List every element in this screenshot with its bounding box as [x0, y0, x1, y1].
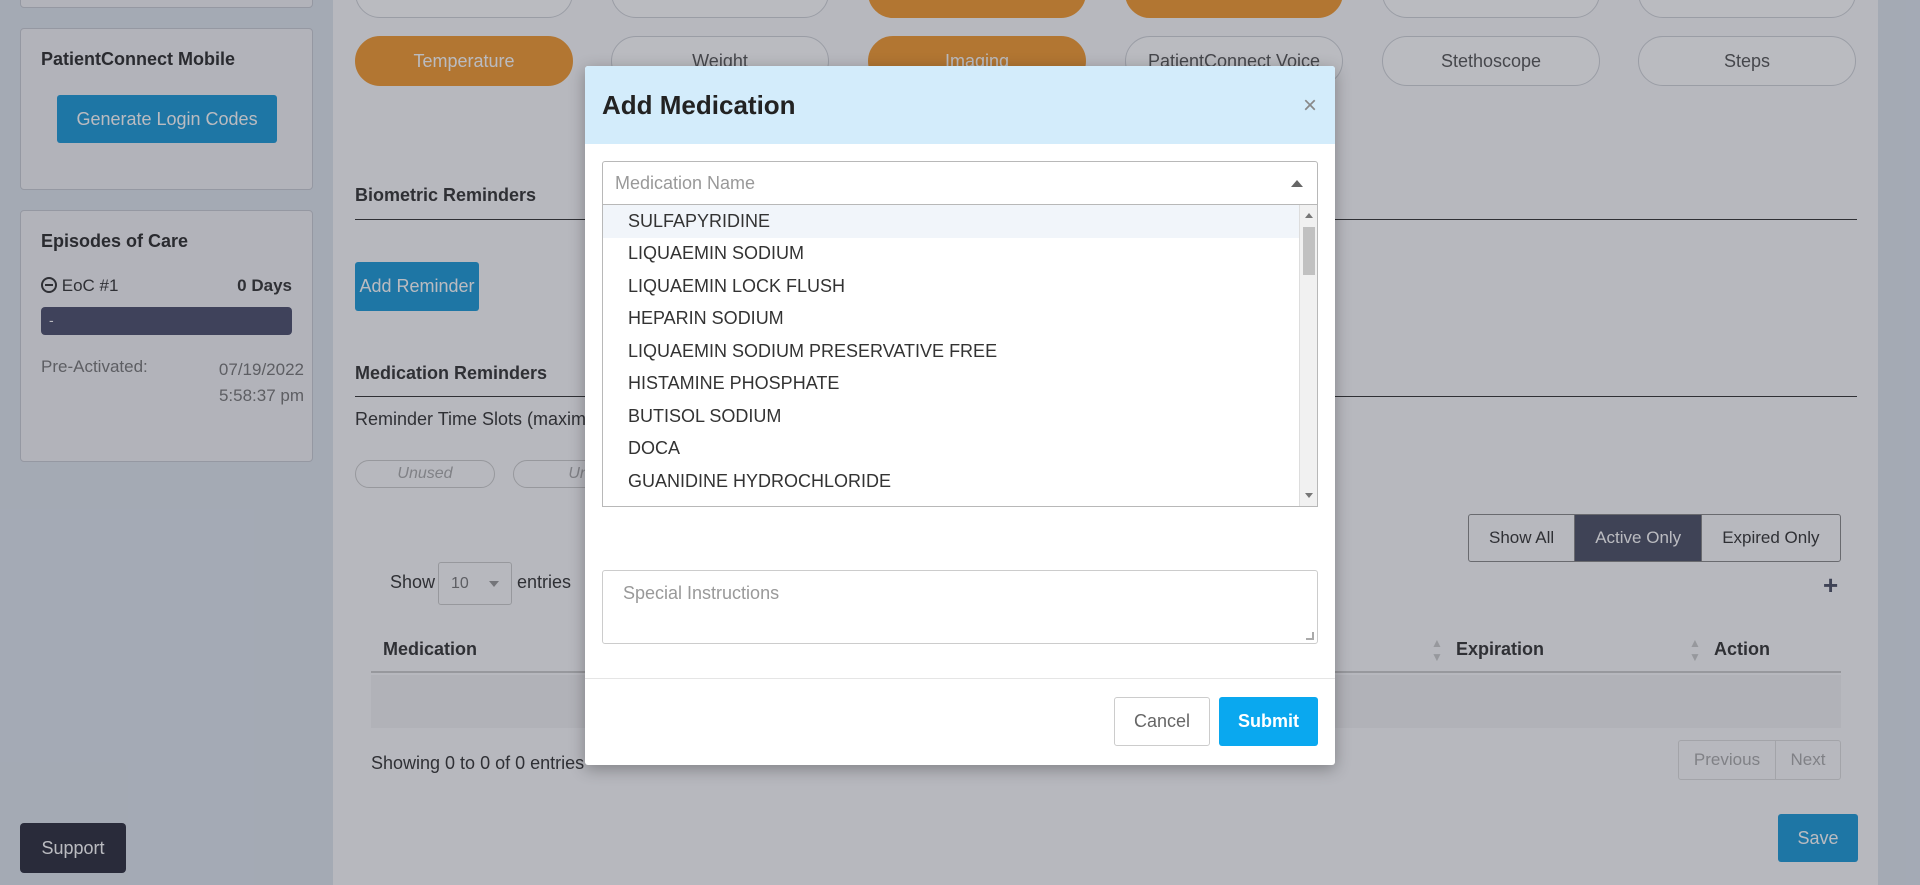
- dropdown-scrollbar[interactable]: [1299, 205, 1317, 506]
- modal-footer: Cancel Submit: [585, 678, 1335, 765]
- resize-handle-icon[interactable]: [1306, 632, 1314, 640]
- scrollbar-thumb[interactable]: [1303, 227, 1315, 275]
- chevron-up-icon: [1291, 180, 1303, 187]
- dropdown-option[interactable]: LIQUAEMIN SODIUM PRESERVATIVE FREE: [603, 335, 1317, 368]
- modal-title: Add Medication: [602, 89, 796, 120]
- modal-header: Add Medication: [585, 66, 1335, 144]
- close-icon[interactable]: ×: [1303, 92, 1317, 120]
- submit-button[interactable]: Submit: [1219, 697, 1318, 746]
- medication-name-select[interactable]: Medication Name: [602, 161, 1318, 205]
- special-instructions-placeholder: Special Instructions: [623, 583, 780, 603]
- dropdown-option[interactable]: LIQUAEMIN SODIUM: [603, 238, 1317, 271]
- dropdown-option[interactable]: LIQUAEMIN LOCK FLUSH: [603, 270, 1317, 303]
- dropdown-option[interactable]: DOCA: [603, 433, 1317, 466]
- scroll-up-icon[interactable]: [1305, 213, 1313, 218]
- cancel-button[interactable]: Cancel: [1114, 697, 1210, 746]
- dropdown-option[interactable]: GUANIDINE HYDROCHLORIDE: [603, 465, 1317, 498]
- dropdown-option[interactable]: HISTAMINE PHOSPHATE: [603, 368, 1317, 401]
- dropdown-option[interactable]: BUTISOL SODIUM: [603, 400, 1317, 433]
- dropdown-option[interactable]: SULFAPYRIDINE: [603, 205, 1317, 238]
- add-medication-modal: Add Medication × Medication Name SULFAPY…: [585, 66, 1335, 765]
- medication-name-placeholder: Medication Name: [615, 172, 756, 193]
- special-instructions-field[interactable]: Special Instructions: [602, 570, 1318, 644]
- scroll-down-icon[interactable]: [1305, 493, 1313, 498]
- dropdown-option[interactable]: HEPARIN SODIUM: [603, 303, 1317, 336]
- medication-dropdown-list: SULFAPYRIDINE LIQUAEMIN SODIUM LIQUAEMIN…: [602, 205, 1318, 507]
